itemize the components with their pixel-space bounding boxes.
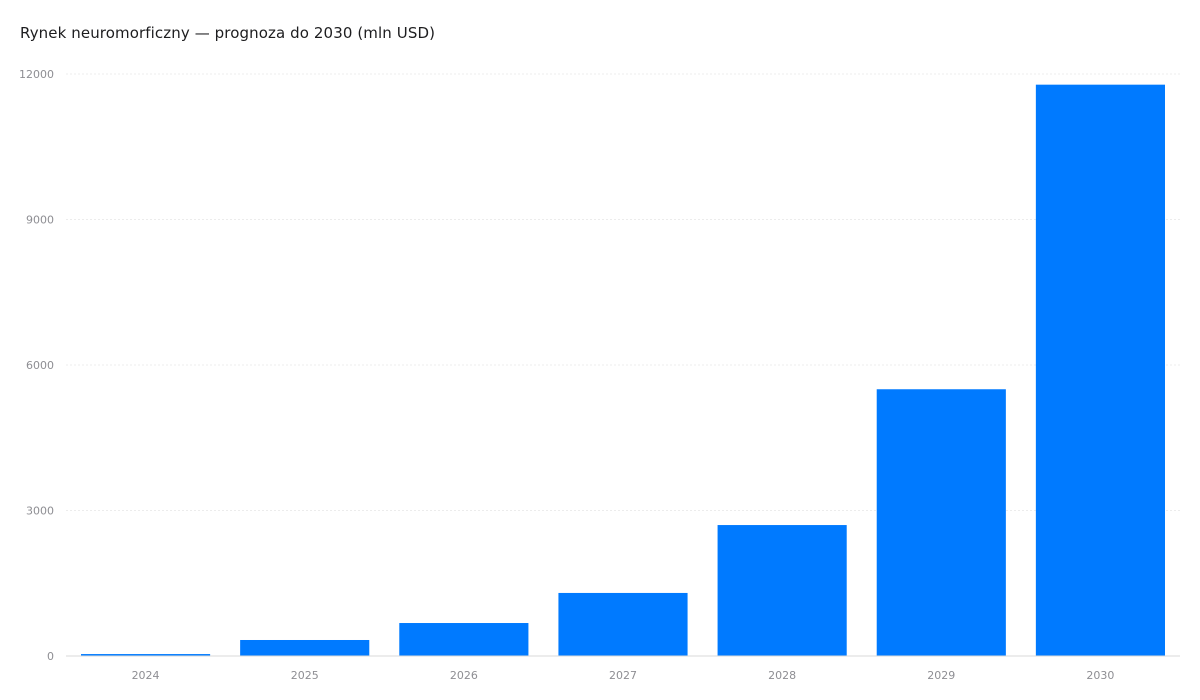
x-tick-label: 2026 (450, 669, 478, 682)
x-tick-label: 2030 (1086, 669, 1114, 682)
y-tick-label: 0 (47, 650, 54, 663)
x-tick-label: 2024 (132, 669, 160, 682)
bar-2028 (717, 525, 847, 656)
grid-layer (66, 73, 1180, 511)
bar-2027 (558, 592, 688, 656)
y-tick-label: 6000 (26, 359, 54, 372)
y-tick-label: 12000 (19, 68, 54, 81)
bar-chart: 0 3000 6000 9000 12000 2024 2025 2026 2027 2028 20… (19, 68, 1180, 682)
x-tick-label: 2025 (291, 669, 319, 682)
x-tick-label: 2028 (768, 669, 796, 682)
bar-2029 (876, 389, 1006, 656)
y-tick-label: 3000 (26, 505, 54, 518)
bar-2025 (240, 639, 370, 656)
x-tick-label: 2029 (927, 669, 955, 682)
y-tick-label: 9000 (26, 214, 54, 227)
bar-2030 (1035, 84, 1165, 657)
bars-layer (81, 84, 1165, 657)
x-tick-label: 2027 (609, 669, 637, 682)
bar-2026 (399, 623, 529, 656)
